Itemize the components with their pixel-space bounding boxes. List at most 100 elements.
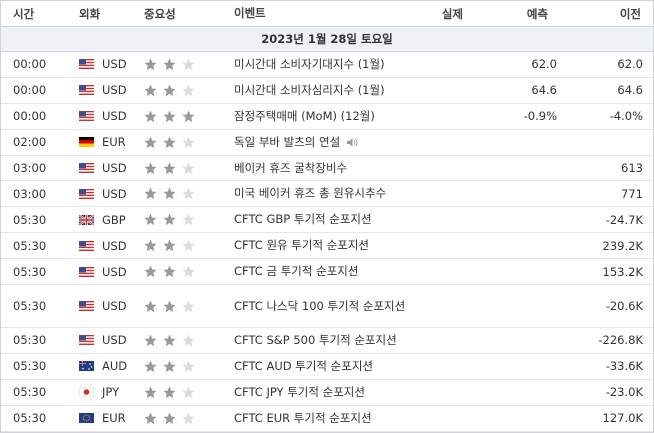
currency-code: USD bbox=[102, 161, 127, 175]
star-filled-icon bbox=[144, 213, 157, 226]
importance-rating bbox=[144, 187, 201, 200]
event-time: 05:30 bbox=[13, 411, 47, 426]
star-filled-icon bbox=[163, 136, 176, 148]
us-flag-icon bbox=[79, 59, 94, 70]
header-previous: 이전 bbox=[619, 6, 641, 21]
previous-value: 62.0 bbox=[617, 57, 643, 72]
star-empty-icon bbox=[182, 265, 195, 278]
star-filled-icon bbox=[182, 110, 195, 122]
star-empty-icon bbox=[182, 334, 195, 347]
event-label: 독일 부바 발츠의 연설 bbox=[234, 134, 341, 149]
table-row[interactable]: 05:30 GBP CFTC GBP 투기적 순포지션 -24.7K bbox=[1, 207, 653, 234]
currency-code: JPY bbox=[102, 385, 120, 400]
event-name[interactable]: 미시간대 소비자기대지수 (1월) bbox=[234, 56, 414, 73]
event-label: 베이커 휴즈 굴착장비수 bbox=[234, 160, 348, 175]
event-time: 00:00 bbox=[13, 83, 47, 98]
table-row[interactable]: 05:30 USD CFTC S&P 500 투기적 순포지션 -226.8K bbox=[1, 328, 653, 354]
table-row[interactable]: 05:30 EUR CFTC EUR 투기적 순포지션 127.0K bbox=[1, 406, 653, 432]
importance-rating bbox=[144, 58, 201, 71]
importance-rating bbox=[144, 213, 201, 226]
header-event: 이벤트 bbox=[234, 6, 266, 20]
table-row[interactable]: 00:00 USD 미시간대 소비자기대지수 (1월) 62.0 62.0 bbox=[1, 52, 653, 78]
event-label: 미시간대 소비자심리지수 (1월) bbox=[234, 82, 385, 97]
event-label: CFTC 나스닥 100 투기적 순포지션 bbox=[234, 298, 406, 313]
currency-code: GBP bbox=[102, 212, 126, 227]
gb-flag-icon bbox=[79, 214, 94, 225]
importance-rating bbox=[144, 300, 201, 313]
event-name[interactable]: 잠정주택매매 (MoM) (12월) bbox=[234, 108, 414, 125]
date-row: 2023년 1월 28일 토요일 bbox=[1, 27, 653, 52]
event-name[interactable]: 미국 베이커 휴즈 총 원유시추수 bbox=[234, 185, 414, 202]
event-name[interactable]: CFTC GBP 투기적 순포지션 bbox=[234, 211, 414, 228]
de-flag-icon bbox=[79, 137, 94, 148]
star-filled-icon bbox=[144, 136, 157, 148]
header-importance: 중요성 bbox=[144, 6, 176, 21]
star-filled-icon bbox=[163, 213, 176, 226]
importance-rating bbox=[144, 412, 201, 425]
currency-code: USD bbox=[102, 238, 127, 253]
event-name[interactable]: 베이커 휴즈 굴착장비수 bbox=[234, 160, 414, 177]
event-label: CFTC 금 투기적 순포지션 bbox=[234, 264, 359, 279]
importance-rating bbox=[144, 162, 201, 175]
event-label: CFTC 원유 투기적 순포지션 bbox=[234, 238, 370, 253]
previous-value: -226.8K bbox=[598, 333, 643, 348]
table-row[interactable]: 05:30 JPY CFTC JPY 투기적 순포지션 -23.0K bbox=[1, 380, 653, 406]
star-filled-icon bbox=[163, 360, 176, 373]
table-row[interactable]: 03:00 USD 베이커 휴즈 굴착장비수 613 bbox=[1, 156, 653, 182]
previous-value: -4.0% bbox=[609, 109, 643, 124]
table-row[interactable]: 05:30 USD CFTC 금 투기적 순포지션 153.2K bbox=[1, 259, 653, 286]
event-label: CFTC S&P 500 투기적 순포지션 bbox=[234, 332, 397, 347]
event-time: 05:30 bbox=[13, 238, 47, 253]
event-time: 05:30 bbox=[13, 359, 47, 374]
header-actual: 실제 bbox=[441, 6, 463, 21]
star-filled-icon bbox=[144, 187, 157, 200]
table-row[interactable]: 05:30 USD CFTC 원유 투기적 순포지션 239.2K bbox=[1, 233, 653, 260]
star-filled-icon bbox=[144, 110, 157, 122]
importance-rating bbox=[144, 84, 201, 97]
event-name[interactable]: CFTC EUR 투기적 순포지션 bbox=[234, 410, 414, 427]
economic-calendar: 시간 외화 중요성 이벤트 실제 예측 이전 2023년 1월 28일 토요일 … bbox=[0, 0, 654, 433]
event-name[interactable]: CFTC AUD 투기적 순포지션 bbox=[234, 358, 414, 375]
star-filled-icon bbox=[144, 386, 157, 398]
importance-rating bbox=[144, 239, 201, 252]
star-filled-icon bbox=[144, 162, 157, 174]
event-name[interactable]: CFTC 나스닥 100 투기적 순포지션 bbox=[234, 298, 414, 315]
event-name[interactable]: CFTC 원유 투기적 순포지션 bbox=[234, 237, 414, 254]
table-row[interactable]: 05:30 USD CFTC 나스닥 100 투기적 순포지션 -20.6K bbox=[1, 285, 653, 329]
forecast-value: 64.6 bbox=[531, 83, 557, 98]
star-filled-icon bbox=[163, 265, 176, 278]
star-empty-icon bbox=[182, 239, 195, 252]
event-name[interactable]: CFTC S&P 500 투기적 순포지션 bbox=[234, 332, 414, 349]
star-empty-icon bbox=[182, 84, 195, 97]
importance-rating bbox=[144, 334, 201, 347]
currency-code: USD bbox=[102, 333, 127, 348]
star-filled-icon bbox=[163, 386, 176, 398]
table-row[interactable]: 05:30 AUD CFTC AUD 투기적 순포지션 -33.6K bbox=[1, 354, 653, 380]
event-name[interactable]: 미시간대 소비자심리지수 (1월) bbox=[234, 82, 414, 99]
table-row[interactable]: 03:00 USD 미국 베이커 휴즈 총 원유시추수 771 bbox=[1, 181, 653, 208]
star-empty-icon bbox=[182, 136, 195, 148]
currency-code: USD bbox=[102, 186, 127, 201]
eu-flag-icon bbox=[79, 413, 94, 424]
previous-value: -23.0K bbox=[605, 385, 643, 400]
previous-value: 771 bbox=[621, 186, 643, 201]
us-flag-icon bbox=[79, 163, 94, 173]
event-name[interactable]: CFTC 금 투기적 순포지션 bbox=[234, 263, 414, 280]
event-label: CFTC JPY 투기적 순포지션 bbox=[234, 384, 365, 399]
event-name[interactable]: CFTC JPY 투기적 순포지션 bbox=[234, 384, 414, 401]
table-row[interactable]: 02:00 EUR 독일 부바 발츠의 연설 bbox=[1, 130, 653, 156]
star-filled-icon bbox=[144, 84, 157, 97]
event-time: 05:30 bbox=[13, 299, 47, 314]
event-name[interactable]: 독일 부바 발츠의 연설 bbox=[234, 134, 414, 151]
star-empty-icon bbox=[182, 213, 195, 226]
us-flag-icon bbox=[79, 240, 94, 251]
currency-code: USD bbox=[102, 57, 127, 72]
date-label: 2023년 1월 28일 토요일 bbox=[261, 32, 393, 46]
table-row[interactable]: 00:00 USD 미시간대 소비자심리지수 (1월) 64.6 64.6 bbox=[1, 78, 653, 104]
currency-code: USD bbox=[102, 109, 127, 124]
previous-value: 239.2K bbox=[602, 238, 643, 253]
us-flag-icon bbox=[79, 188, 94, 199]
star-filled-icon bbox=[163, 239, 176, 252]
table-row[interactable]: 00:00 USD 잠정주택매매 (MoM) (12월) -0.9% -4.0% bbox=[1, 104, 653, 130]
star-filled-icon bbox=[163, 300, 176, 312]
